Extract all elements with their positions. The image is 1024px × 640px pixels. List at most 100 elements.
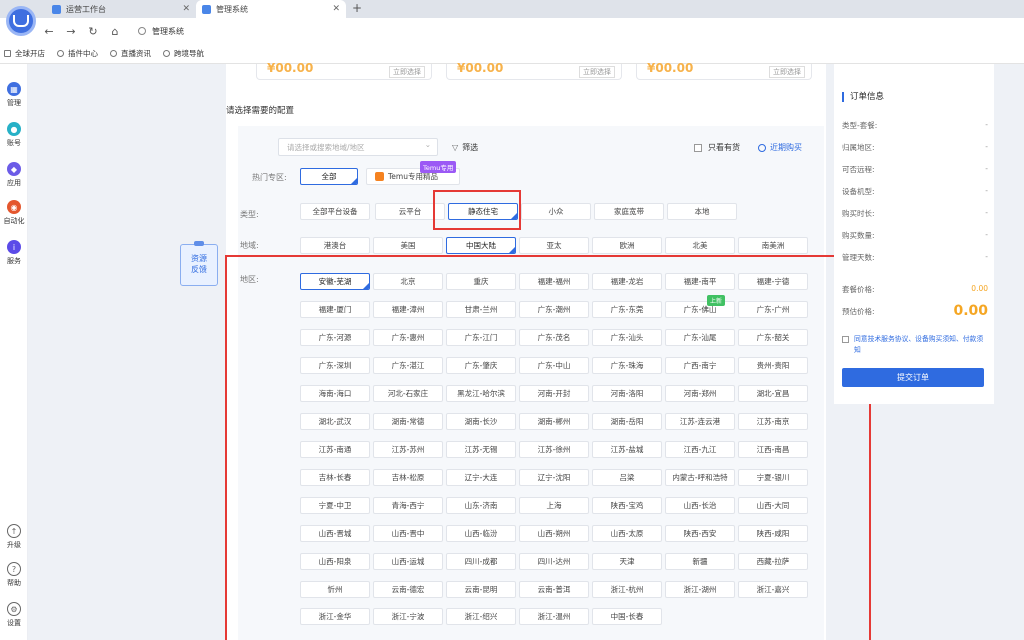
submit-order-button[interactable]: 提交订单 (842, 368, 984, 387)
region-search-input[interactable]: 请选择或搜索地域/地区 (278, 138, 438, 156)
package-card[interactable]: ¥00.00 立即选择 (636, 61, 812, 80)
close-icon[interactable]: ✕ (182, 4, 190, 14)
browser-tabbar: 运营工作台 ✕ 管理系统 ✕ + (0, 0, 1024, 18)
resource-feedback-button[interactable]: 资源 反馈 (180, 241, 218, 286)
area-chip[interactable]: 南美洲 (738, 237, 808, 254)
feedback-label: 资源 (191, 254, 207, 263)
info-icon: i (7, 240, 21, 254)
clock-icon (758, 143, 766, 152)
filter-icon: ▽ (452, 143, 459, 152)
rail-item-manage[interactable]: ▦ 管理 (0, 82, 28, 108)
bookmark-item[interactable]: 插件中心 (57, 48, 98, 59)
forward-icon[interactable]: → (62, 25, 80, 38)
order-row: 管理天数: - (842, 252, 988, 263)
area-chip[interactable]: 亚太 (519, 237, 589, 254)
order-row-value: - (985, 164, 988, 173)
new-tab-icon[interactable]: + (352, 1, 362, 15)
select-button[interactable]: 立即选择 (579, 66, 615, 78)
agreement-text[interactable]: 同意技术服务协议、设备购买须知、付款须知 (854, 334, 988, 356)
grid-icon: ▦ (7, 82, 21, 96)
bookmark-item[interactable]: 全球开店 (4, 48, 45, 59)
rail-item-upgrade[interactable]: ↑ 升级 (0, 524, 28, 550)
tab-operations[interactable]: 运营工作台 ✕ (46, 0, 196, 18)
rail-item-automation[interactable]: ◉ 自动化 (0, 200, 28, 226)
order-row: 归属地区: - (842, 142, 988, 153)
site-info-icon[interactable] (138, 27, 146, 35)
bookmark-icon (4, 50, 11, 57)
order-row: 购买时长: - (842, 208, 988, 219)
rail-item-account[interactable]: ● 账号 (0, 122, 28, 148)
hot-all-chip[interactable]: 全部 (300, 168, 358, 185)
area-chip[interactable]: 北美 (665, 237, 735, 254)
package-price: ¥00.00 (647, 61, 694, 75)
rail-label: 服务 (7, 257, 21, 265)
order-row: 类型-套餐: - (842, 120, 988, 131)
package-cards: ¥00.00 立即选择 ¥00.00 立即选择 ¥00.00 立即选择 (240, 61, 812, 80)
type-chip[interactable]: 家庭宽带 (594, 203, 664, 220)
rail-label: 设置 (7, 619, 21, 627)
order-row-label: 购买时长: (842, 209, 875, 218)
order-row-value: - (985, 142, 988, 151)
area-label: 地域: (240, 241, 259, 250)
rail-label: 升级 (7, 541, 21, 549)
agreement-checkbox[interactable]: 同意技术服务协议、设备购买须知、付款须知 (842, 334, 988, 356)
checkbox-icon[interactable] (694, 143, 702, 152)
area-chip[interactable]: 港澳台 (300, 237, 370, 254)
type-chip[interactable]: 全部平台设备 (300, 203, 370, 220)
apps-icon: ◆ (7, 162, 21, 176)
recent-label: 近期购买 (770, 143, 802, 152)
order-row: 设备机型: - (842, 186, 988, 197)
home-icon[interactable]: ⌂ (106, 25, 124, 38)
rail-item-help[interactable]: ? 帮助 (0, 562, 28, 588)
estimate-row: 预估价格: 0.00 (842, 303, 988, 319)
package-card[interactable]: ¥00.00 立即选择 (446, 61, 622, 80)
app-logo-icon (6, 6, 36, 36)
in-stock-checkbox[interactable]: 只看有货 (694, 142, 740, 153)
rail-item-apps[interactable]: ◆ 应用 (0, 162, 28, 188)
select-button[interactable]: 立即选择 (389, 66, 425, 78)
area-chip[interactable]: 欧洲 (592, 237, 662, 254)
tab-management[interactable]: 管理系统 ✕ (196, 0, 346, 18)
checkbox-icon[interactable] (842, 336, 849, 343)
estimate-label: 预估价格: (842, 307, 875, 316)
temu-tag: Temu专用 (420, 161, 457, 173)
rail-item-settings[interactable]: ⚙ 设置 (0, 602, 28, 628)
rail-item-service[interactable]: i 服务 (0, 240, 28, 266)
bookmark-item[interactable]: 直播资讯 (110, 48, 151, 59)
close-icon[interactable]: ✕ (332, 4, 340, 14)
account-icon: ● (7, 122, 21, 136)
section-title: 请选择需要的配置 (226, 106, 295, 116)
order-row-value: - (985, 208, 988, 217)
bookmark-item[interactable]: 跨境导航 (163, 48, 204, 59)
estimate-value: 0.00 (953, 303, 988, 319)
url-field[interactable]: 管理系统 (138, 26, 184, 37)
area-chip[interactable]: 美国 (373, 237, 443, 254)
type-chip[interactable]: 小众 (521, 203, 591, 220)
type-label: 类型: (240, 210, 259, 219)
reload-icon[interactable]: ↻ (84, 25, 102, 38)
filter-button[interactable]: ▽ 筛选 (452, 142, 478, 153)
order-row: 可否远程: - (842, 164, 988, 175)
highlight-region-grid (225, 255, 871, 640)
rail-label: 帮助 (7, 579, 21, 587)
left-rail: ▦ 管理 ● 账号 ◆ 应用 ◉ 自动化 i 服务 ↑ 升级 ? 帮助 ⚙ 设置 (0, 64, 28, 640)
help-icon: ? (7, 562, 21, 576)
order-row-label: 归属地区: (842, 143, 875, 152)
back-icon[interactable]: ← (40, 25, 58, 38)
order-panel: 订单信息 类型-套餐: - 归属地区: - 可否远程: - 设备机型: - 购买时长: - 购买数量… (834, 64, 994, 404)
bookmark-label: 跨境导航 (174, 49, 204, 58)
bookmark-label: 插件中心 (68, 49, 98, 58)
filter-label: 筛选 (462, 143, 479, 152)
package-price: ¥00.00 (457, 61, 504, 75)
area-chip[interactable]: 中国大陆 (446, 237, 516, 254)
recent-purchases-link[interactable]: 近期购买 (758, 142, 802, 153)
bookmark-icon (110, 50, 117, 57)
in-stock-label: 只看有货 (708, 143, 740, 152)
rail-label: 账号 (7, 139, 21, 147)
type-chip[interactable]: 本地 (667, 203, 737, 220)
bookmarks-bar: 全球开店 插件中心 直播资讯 跨境导航 (0, 44, 1024, 64)
package-price-value: 0.00 (971, 284, 988, 293)
select-button[interactable]: 立即选择 (769, 66, 805, 78)
order-row-value: - (985, 120, 988, 129)
package-card[interactable]: ¥00.00 立即选择 (256, 61, 432, 80)
